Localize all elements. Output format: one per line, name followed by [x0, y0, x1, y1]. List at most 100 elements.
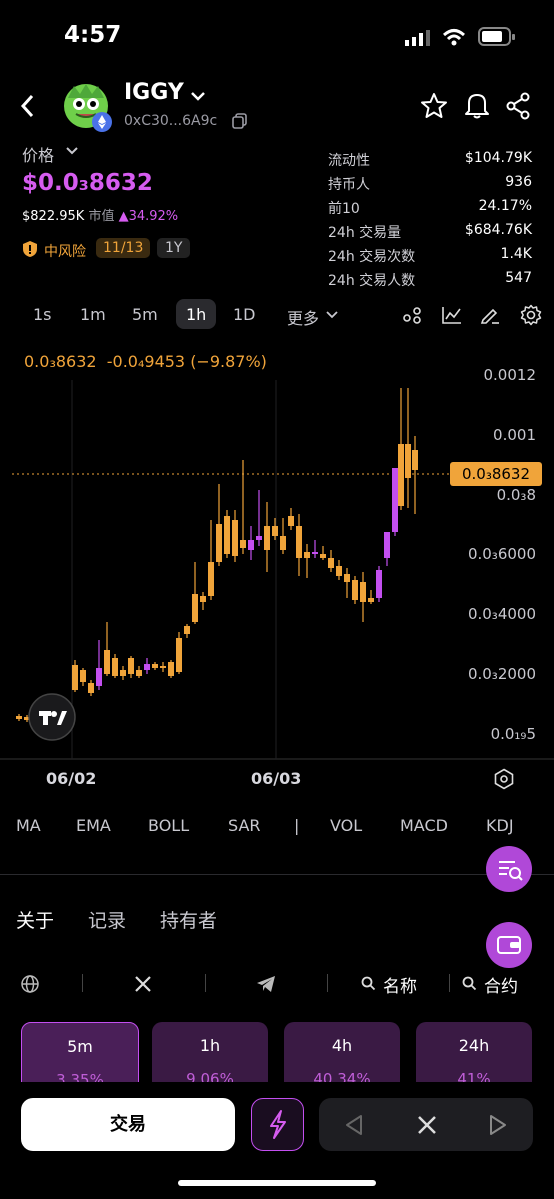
- stat-value: 936: [505, 174, 532, 190]
- quick-trade-button[interactable]: [251, 1098, 304, 1151]
- period-label: 24h: [458, 1036, 490, 1055]
- candle-body: [384, 532, 390, 558]
- search-contract-button[interactable]: 合约: [484, 972, 518, 997]
- candle-body: [312, 552, 318, 554]
- indicator-kdj[interactable]: KDJ: [486, 816, 514, 835]
- tab-timeframe-1m[interactable]: 1m: [80, 305, 106, 324]
- candle-body: [72, 665, 78, 690]
- candle-body: [96, 668, 102, 686]
- indicator-ma[interactable]: MA: [16, 816, 41, 835]
- hexagon-settings-icon[interactable]: [493, 768, 515, 790]
- indicator-divider: |: [294, 816, 300, 835]
- home-indicator: [178, 1180, 376, 1186]
- token-name[interactable]: IGGY: [124, 80, 184, 105]
- divider: [449, 974, 450, 992]
- risk-score[interactable]: 11/13: [96, 238, 151, 258]
- tab-records[interactable]: 记录: [88, 906, 126, 933]
- eth-icon: [92, 112, 112, 132]
- candle-body: [328, 558, 334, 568]
- candle-body: [88, 683, 94, 693]
- candle-body: [120, 670, 126, 676]
- current-price-tag: 0.0₃8632: [450, 462, 542, 486]
- divider: [0, 874, 554, 875]
- chevron-down-icon[interactable]: [190, 90, 206, 102]
- trade-button[interactable]: 交易: [21, 1098, 235, 1151]
- stat-value: $104.79K: [464, 150, 532, 166]
- candle-body: [176, 638, 182, 672]
- candle-body: [160, 666, 166, 668]
- y-label-0: 0.0012: [483, 366, 537, 384]
- back-icon[interactable]: [20, 94, 36, 118]
- indicator-vol[interactable]: VOL: [330, 816, 362, 835]
- candle-body: [208, 562, 214, 596]
- tab-holders[interactable]: 持有者: [160, 906, 217, 933]
- stat-value: $684.76K: [464, 222, 532, 238]
- candle-body: [144, 664, 150, 670]
- x-label-1: 06/03: [251, 769, 302, 788]
- candlestick-chart[interactable]: [0, 340, 554, 800]
- mcap-row: $822.95K 市值 ▲34.92%: [22, 205, 178, 224]
- indicator-boll[interactable]: BOLL: [148, 816, 189, 835]
- tab-timeframe-1s[interactable]: 1s: [33, 305, 52, 324]
- prev-icon[interactable]: [344, 1114, 364, 1136]
- tab-timeframe-1d[interactable]: 1D: [233, 305, 256, 324]
- x-label-0: 06/02: [46, 769, 97, 788]
- chart-type-icon[interactable]: [402, 305, 422, 325]
- list-search-fab[interactable]: [485, 845, 533, 893]
- tab-about[interactable]: 关于: [16, 906, 54, 933]
- bell-icon[interactable]: [463, 91, 491, 119]
- y-label-5: 0.0₃2000: [467, 665, 536, 683]
- x-twitter-icon[interactable]: [134, 975, 152, 993]
- candle-body: [192, 594, 198, 622]
- star-icon[interactable]: [420, 92, 448, 120]
- copy-icon[interactable]: [232, 113, 248, 129]
- stat-label: 流动性: [328, 153, 370, 169]
- stat-label: 24h 交易量: [328, 225, 402, 241]
- indicator-ema[interactable]: EMA: [76, 816, 111, 835]
- telegram-icon[interactable]: [256, 975, 276, 993]
- tab-timeframe-more[interactable]: 更多: [287, 305, 319, 329]
- candle-body: [216, 524, 222, 562]
- risk-label[interactable]: 中风险: [44, 241, 86, 261]
- indicator-macd[interactable]: MACD: [400, 816, 448, 835]
- globe-icon[interactable]: [20, 974, 40, 994]
- wallet-fab[interactable]: [485, 921, 533, 969]
- tab-timeframe-5m[interactable]: 5m: [132, 305, 158, 324]
- stat-value: 1.4K: [500, 246, 532, 262]
- stat-value: 547: [505, 270, 532, 286]
- candle-body: [296, 526, 302, 558]
- divider: [205, 974, 206, 992]
- status-time: 4:57: [64, 22, 122, 48]
- candle-body: [264, 526, 270, 550]
- candle-body: [232, 520, 238, 556]
- price-label[interactable]: 价格: [22, 142, 54, 166]
- y-label-3: 0.0₃6000: [467, 545, 536, 563]
- next-icon[interactable]: [488, 1114, 508, 1136]
- divider: [327, 974, 328, 992]
- candle-body: [200, 596, 206, 602]
- candle-body: [184, 626, 190, 634]
- search-name-button[interactable]: 名称: [383, 972, 417, 997]
- tab-timeframe-1h[interactable]: 1h: [186, 305, 206, 324]
- battery-icon: [478, 27, 516, 47]
- draw-pen-icon[interactable]: [480, 305, 500, 325]
- close-icon[interactable]: [416, 1114, 438, 1136]
- stat-label: 前10: [328, 201, 360, 217]
- candle-body: [240, 540, 246, 548]
- settings-gear-icon[interactable]: [520, 304, 542, 326]
- share-icon[interactable]: [505, 92, 533, 120]
- candle-body: [412, 450, 418, 470]
- candle-body: [344, 574, 350, 582]
- candle-body: [136, 670, 142, 676]
- candle-body: [280, 536, 286, 550]
- candle-body: [398, 444, 404, 506]
- search-icon[interactable]: [361, 976, 376, 991]
- chevron-down-icon[interactable]: [326, 311, 338, 319]
- token-address: 0xC30...6A9c: [124, 113, 218, 129]
- indicator-sar[interactable]: SAR: [228, 816, 261, 835]
- search-icon[interactable]: [462, 976, 477, 991]
- y-label-1: 0.001: [493, 426, 536, 444]
- shield-icon: [22, 240, 38, 258]
- chevron-down-icon[interactable]: [65, 146, 79, 156]
- line-chart-icon[interactable]: [441, 305, 463, 325]
